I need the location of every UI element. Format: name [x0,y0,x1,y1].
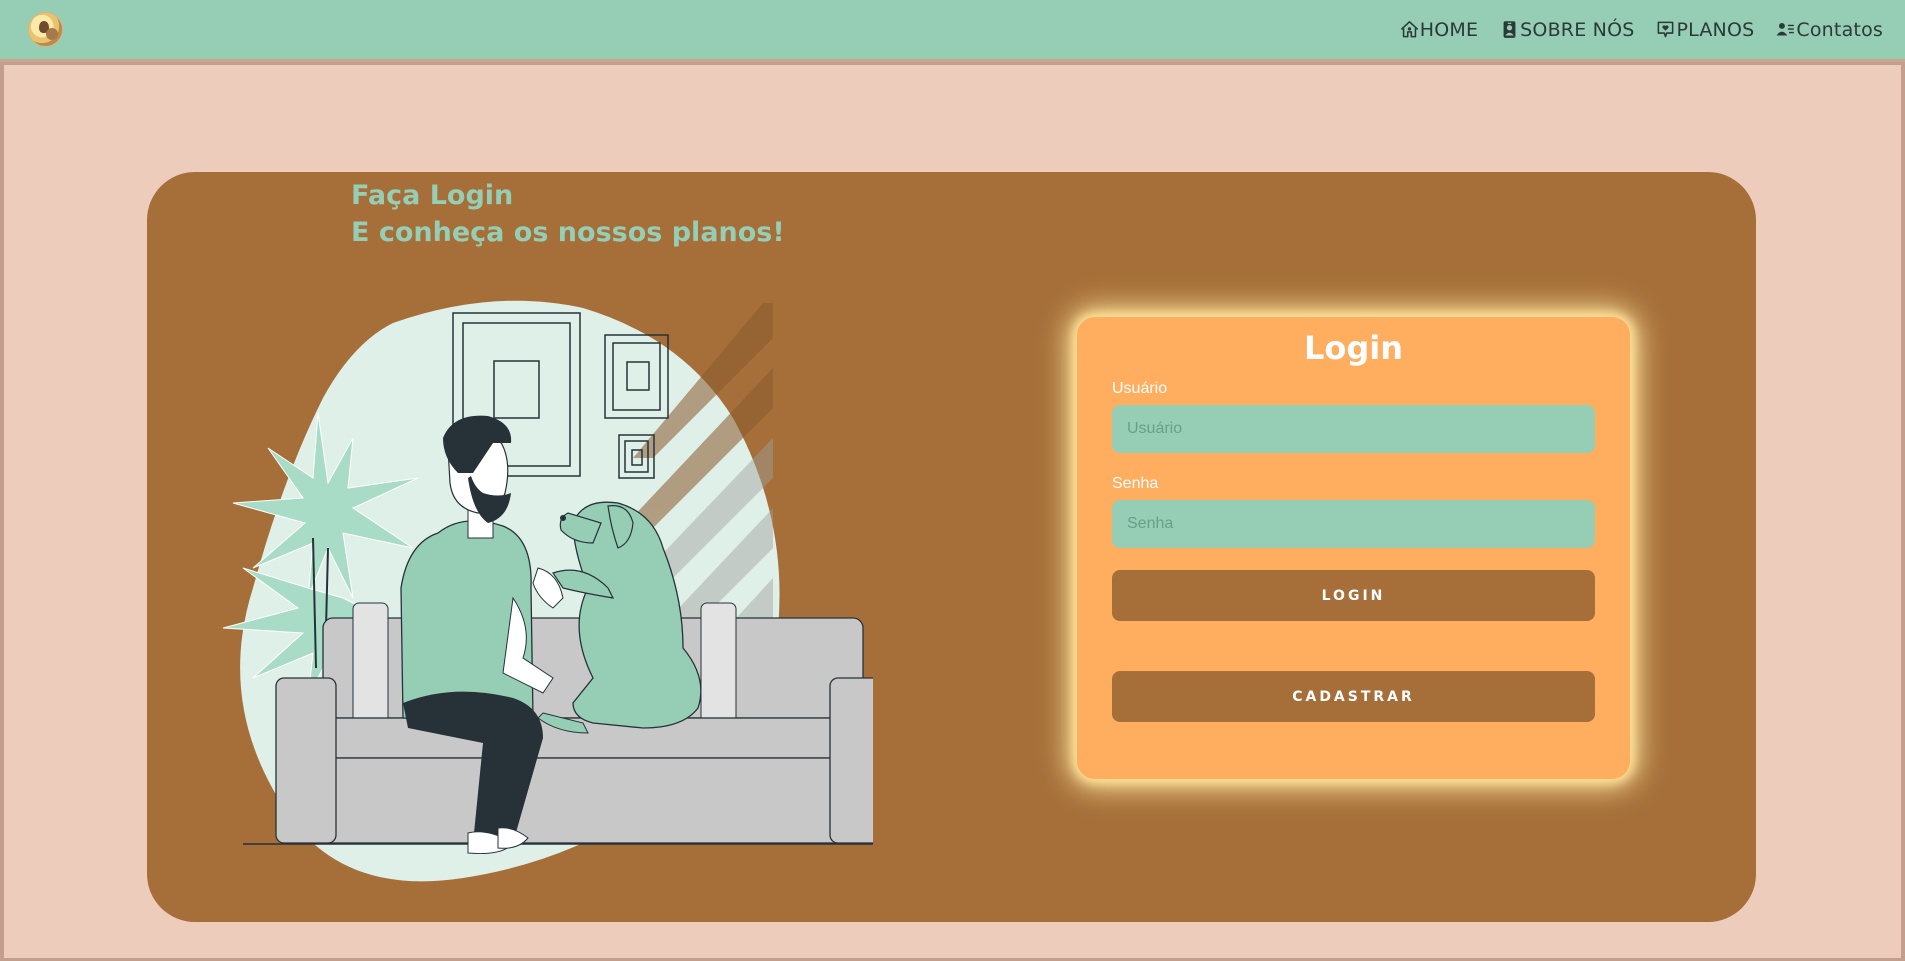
pet-logo-icon[interactable] [28,12,63,47]
username-input[interactable] [1112,405,1595,453]
page-body: Faça Login E conheça os nossos planos! L… [4,65,1901,958]
login-button[interactable]: LOGIN [1112,570,1595,621]
nav-link-contatos[interactable]: Contatos [1776,19,1883,41]
man-with-dog-on-sofa-illustration [222,300,873,882]
chat-heart-icon [1658,21,1674,38]
nav-link-sobre-nos-label: SOBRE NÓS [1520,18,1635,41]
nav-link-home[interactable]: HOME [1400,19,1478,41]
heading-line-2: E conheça os nossos planos! [351,217,785,248]
password-label: Senha [1112,475,1159,492]
login-title: Login [1303,329,1404,367]
home-icon [1400,21,1418,38]
username-label: Usuário [1112,380,1168,397]
password-input[interactable] [1112,500,1595,548]
nav-link-home-label: HOME [1419,18,1479,41]
register-button[interactable]: CADASTRAR [1112,671,1595,722]
top-navbar: HOME SOBRE NÓS PLANOS Contatos [0,0,1905,62]
nav-link-planos-label: PLANOS [1676,18,1755,41]
nav-links: HOME SOBRE NÓS PLANOS Contatos [1400,19,1883,41]
nav-link-sobre-nos[interactable]: SOBRE NÓS [1500,19,1634,41]
nav-link-contatos-label: Contatos [1796,18,1883,41]
page-heading: Faça Login E conheça os nossos planos! [351,177,785,251]
heading-line-1: Faça Login [351,180,514,211]
nav-link-planos[interactable]: PLANOS [1656,19,1754,41]
person-badge-icon [1503,21,1516,38]
login-card: Faça Login E conheça os nossos planos! L… [147,172,1756,922]
login-form: Login Usuário Senha LOGIN CADASTRAR [1077,317,1630,779]
person-lines-icon [1776,22,1795,36]
